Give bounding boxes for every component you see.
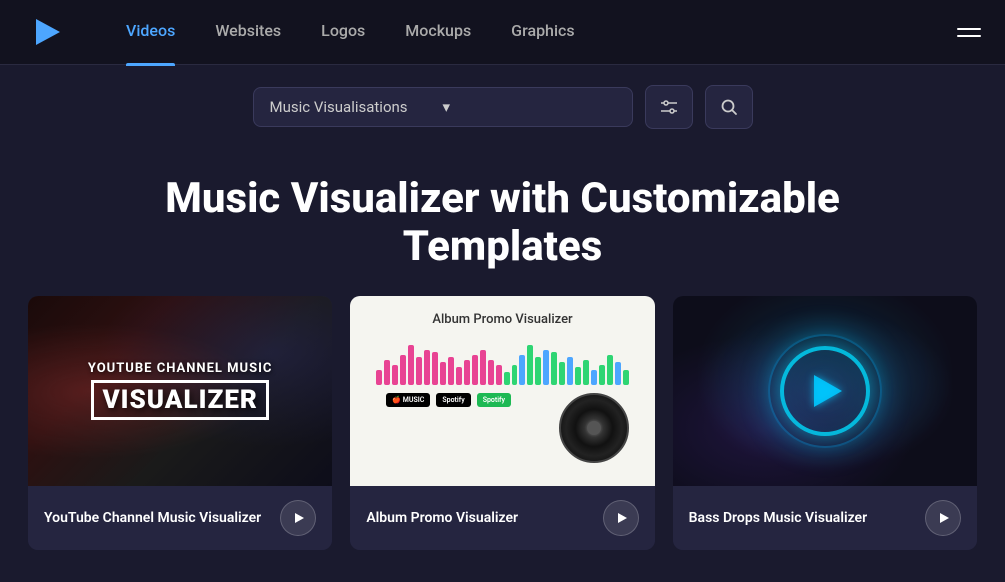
card-2-footer: Album Promo Visualizer: [350, 486, 654, 550]
filter-button[interactable]: [645, 85, 693, 129]
chevron-down-icon: ▾: [443, 98, 616, 116]
hero-title: Music Visualizer with Customizable Templ…: [113, 175, 893, 272]
card-bass-drops[interactable]: Bass Drops Music Visualizer: [673, 296, 977, 550]
card-3-footer: Bass Drops Music Visualizer: [673, 486, 977, 550]
cards-grid: YouTube Channel Music VISUALIZER YouTube…: [0, 296, 1005, 570]
vinyl-record: [559, 393, 629, 463]
nav-link-videos[interactable]: Videos: [126, 21, 175, 44]
card-2-title: Album Promo Visualizer: [366, 509, 518, 527]
card-1-thumbnail: YouTube Channel Music VISUALIZER: [28, 296, 332, 486]
nav-link-websites[interactable]: Websites: [215, 21, 281, 44]
spotify-badge-2: Spotify: [477, 393, 511, 407]
card-album-promo[interactable]: Album Promo Visualizer 🍎 MUSIC Spotify S…: [350, 296, 654, 550]
waveform-display: [366, 335, 638, 385]
card-1-title: YouTube Channel Music Visualizer: [44, 509, 261, 527]
apple-music-badge: 🍎 MUSIC: [386, 393, 430, 407]
play-ring-icon: [780, 346, 870, 436]
nav-link-mockups[interactable]: Mockups: [405, 21, 471, 44]
nav-link-logos[interactable]: Logos: [321, 21, 365, 44]
play-triangle-icon: [814, 375, 842, 407]
card-3-title: Bass Drops Music Visualizer: [689, 509, 867, 527]
card-3-play-button[interactable]: [925, 500, 961, 536]
card-1-play-button[interactable]: [280, 500, 316, 536]
card-2-thumbnail: Album Promo Visualizer 🍎 MUSIC Spotify S…: [350, 296, 654, 486]
hero-section: Music Visualizer with Customizable Templ…: [0, 145, 1005, 296]
dropdown-value: Music Visualisations: [270, 98, 443, 116]
nav-link-graphics[interactable]: Graphics: [511, 21, 574, 44]
card-1-thumb-line1: YouTube Channel Music: [88, 361, 273, 376]
streaming-badges: 🍎 MUSIC Spotify Spotify: [376, 393, 511, 407]
card-1-thumb-line2: VISUALIZER: [91, 380, 268, 420]
spotify-badge-1: Spotify: [436, 393, 470, 407]
card-1-footer: YouTube Channel Music Visualizer: [28, 486, 332, 550]
nav-links: Videos Websites Logos Mockups Graphics: [126, 21, 957, 44]
card-3-thumbnail: [673, 296, 977, 486]
search-button[interactable]: [705, 85, 753, 129]
hamburger-menu[interactable]: [957, 28, 981, 37]
card-2-play-button[interactable]: [603, 500, 639, 536]
card-youtube-visualizer[interactable]: YouTube Channel Music VISUALIZER YouTube…: [28, 296, 332, 550]
logo[interactable]: [24, 11, 66, 53]
search-section: Music Visualisations ▾: [0, 65, 1005, 145]
card-2-album-title: Album Promo Visualizer: [432, 312, 572, 327]
navbar: Videos Websites Logos Mockups Graphics: [0, 0, 1005, 65]
category-dropdown[interactable]: Music Visualisations ▾: [253, 87, 633, 127]
